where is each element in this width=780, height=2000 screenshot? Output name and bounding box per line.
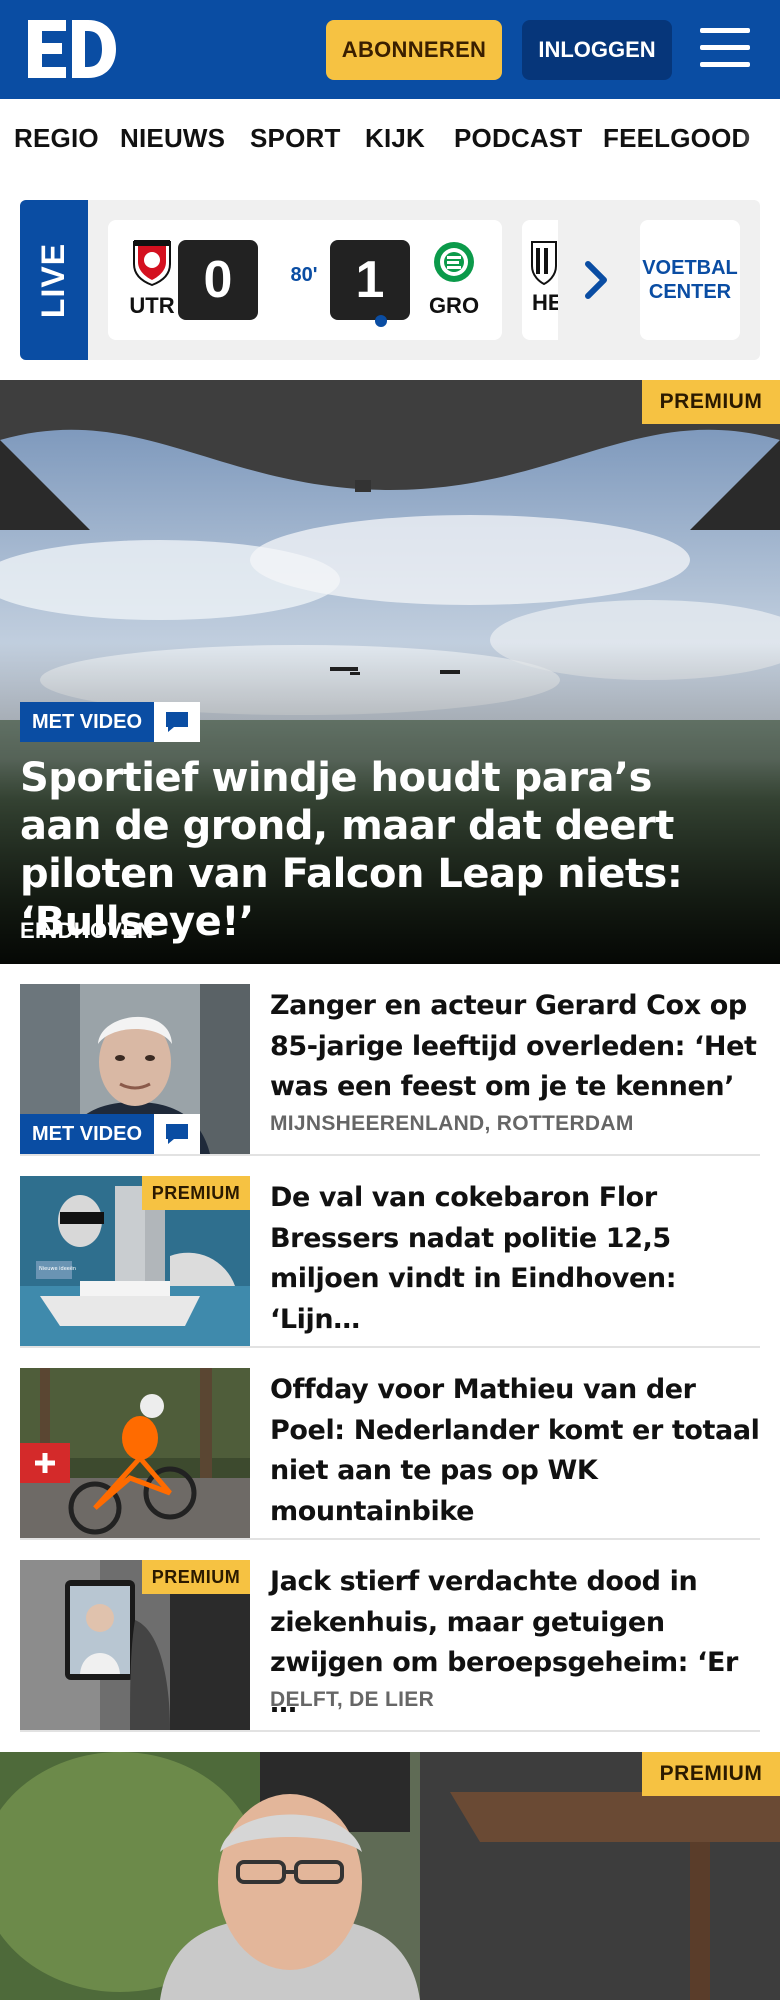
video-tag-label: MET VIDEO: [20, 702, 155, 742]
video-tag: MET VIDEO: [20, 702, 201, 742]
live-label: LIVE: [35, 242, 72, 318]
top-header: ABONNEREN INLOGGEN: [0, 0, 780, 99]
match-minute: 80': [290, 264, 318, 286]
premium-badge: PREMIUM: [142, 1176, 250, 1210]
goal-indicator-dot: [375, 315, 387, 327]
subscribe-button[interactable]: ABONNEREN: [326, 20, 502, 80]
premium-badge: PREMIUM: [642, 380, 780, 424]
away-team: GRO: [424, 238, 484, 319]
mountainbike-photo: [20, 1368, 250, 1538]
nav-scroll-fade: [740, 99, 780, 181]
utrecht-crest-icon: [133, 240, 171, 287]
article-card[interactable]: Nieuwe ideeën PREMIUM De val van cokebar…: [20, 1176, 760, 1348]
home-team: UTR: [122, 238, 182, 319]
article-card[interactable]: Offday voor Mathieu van der Poel: Nederl…: [20, 1368, 760, 1540]
hamburger-menu-icon[interactable]: [700, 28, 750, 72]
nav-item-podcast[interactable]: PODCAST: [454, 123, 583, 154]
nav-item-kijk[interactable]: KIJK: [365, 123, 425, 154]
bottom-hero-article[interactable]: PREMIUM: [0, 1752, 780, 2000]
article-card[interactable]: MET VIDEO Zanger en acteur Gerard Cox op…: [20, 984, 760, 1156]
groningen-crest-icon: [434, 242, 474, 282]
chevron-right-icon[interactable]: [582, 256, 612, 304]
article-card[interactable]: PREMIUM Jack stierf verdachte dood in zi…: [20, 1560, 760, 1732]
nav-item-nieuws[interactable]: NIEUWS: [120, 123, 225, 154]
article-thumbnail: PREMIUM: [20, 1560, 250, 1730]
article-location: MIJNSHEERENLAND, ROTTERDAM: [270, 1112, 634, 1135]
video-tag: MET VIDEO: [20, 1114, 201, 1154]
ed-logo[interactable]: [28, 20, 116, 78]
chat-bubble-icon: [154, 702, 201, 742]
away-team-abbr: GRO: [428, 293, 480, 318]
premium-badge: PREMIUM: [642, 1752, 780, 1796]
chat-bubble-icon: [154, 1114, 201, 1154]
home-team-abbr: UTR: [129, 293, 175, 318]
premium-badge: PREMIUM: [142, 1560, 250, 1594]
nav-item-regio[interactable]: REGIO: [14, 123, 99, 154]
away-score: 1: [330, 240, 410, 320]
voetbal-center-button[interactable]: VOETBAL CENTER: [640, 220, 740, 340]
nav-item-feelgood[interactable]: FEELGOOD: [603, 123, 751, 154]
article-thumbnail: [20, 1368, 250, 1538]
article-title[interactable]: De val van cokebaron Flor Bressers nadat…: [270, 1178, 760, 1340]
match-card[interactable]: UTR 0 80' 1 GRO: [108, 220, 502, 340]
live-tab[interactable]: LIVE: [20, 200, 88, 360]
login-button[interactable]: INLOGGEN: [522, 20, 672, 80]
next-match-card[interactable]: HE: [522, 220, 558, 340]
heracles-crest-icon: [531, 241, 557, 286]
next-match-abbr: HE: [532, 290, 558, 315]
section-nav: REGIO NIEUWS SPORT KIJK PODCAST FEELGOOD: [0, 99, 780, 181]
live-scoreboard: LIVE UTR 0 80' 1 GRO HE VOETBAL CENTER: [20, 200, 760, 360]
article-title[interactable]: Zanger en acteur Gerard Cox op 85-jarige…: [270, 986, 760, 1108]
article-title[interactable]: Offday voor Mathieu van der Poel: Nederl…: [270, 1370, 760, 1532]
nav-item-sport[interactable]: SPORT: [250, 123, 341, 154]
hero-article[interactable]: PREMIUM MET VIDEO Sportief windje houdt …: [0, 380, 780, 964]
home-score: 0: [178, 240, 258, 320]
article-thumbnail: Nieuwe ideeën PREMIUM: [20, 1176, 250, 1346]
video-tag-label: MET VIDEO: [20, 1114, 155, 1154]
thumb-caption: Nieuwe ideeën: [39, 1266, 76, 1272]
article-location: DELFT, DE LIER: [270, 1688, 435, 1711]
hero-location: EINDHOVEN: [20, 918, 154, 943]
article-thumbnail: MET VIDEO: [20, 984, 250, 1154]
